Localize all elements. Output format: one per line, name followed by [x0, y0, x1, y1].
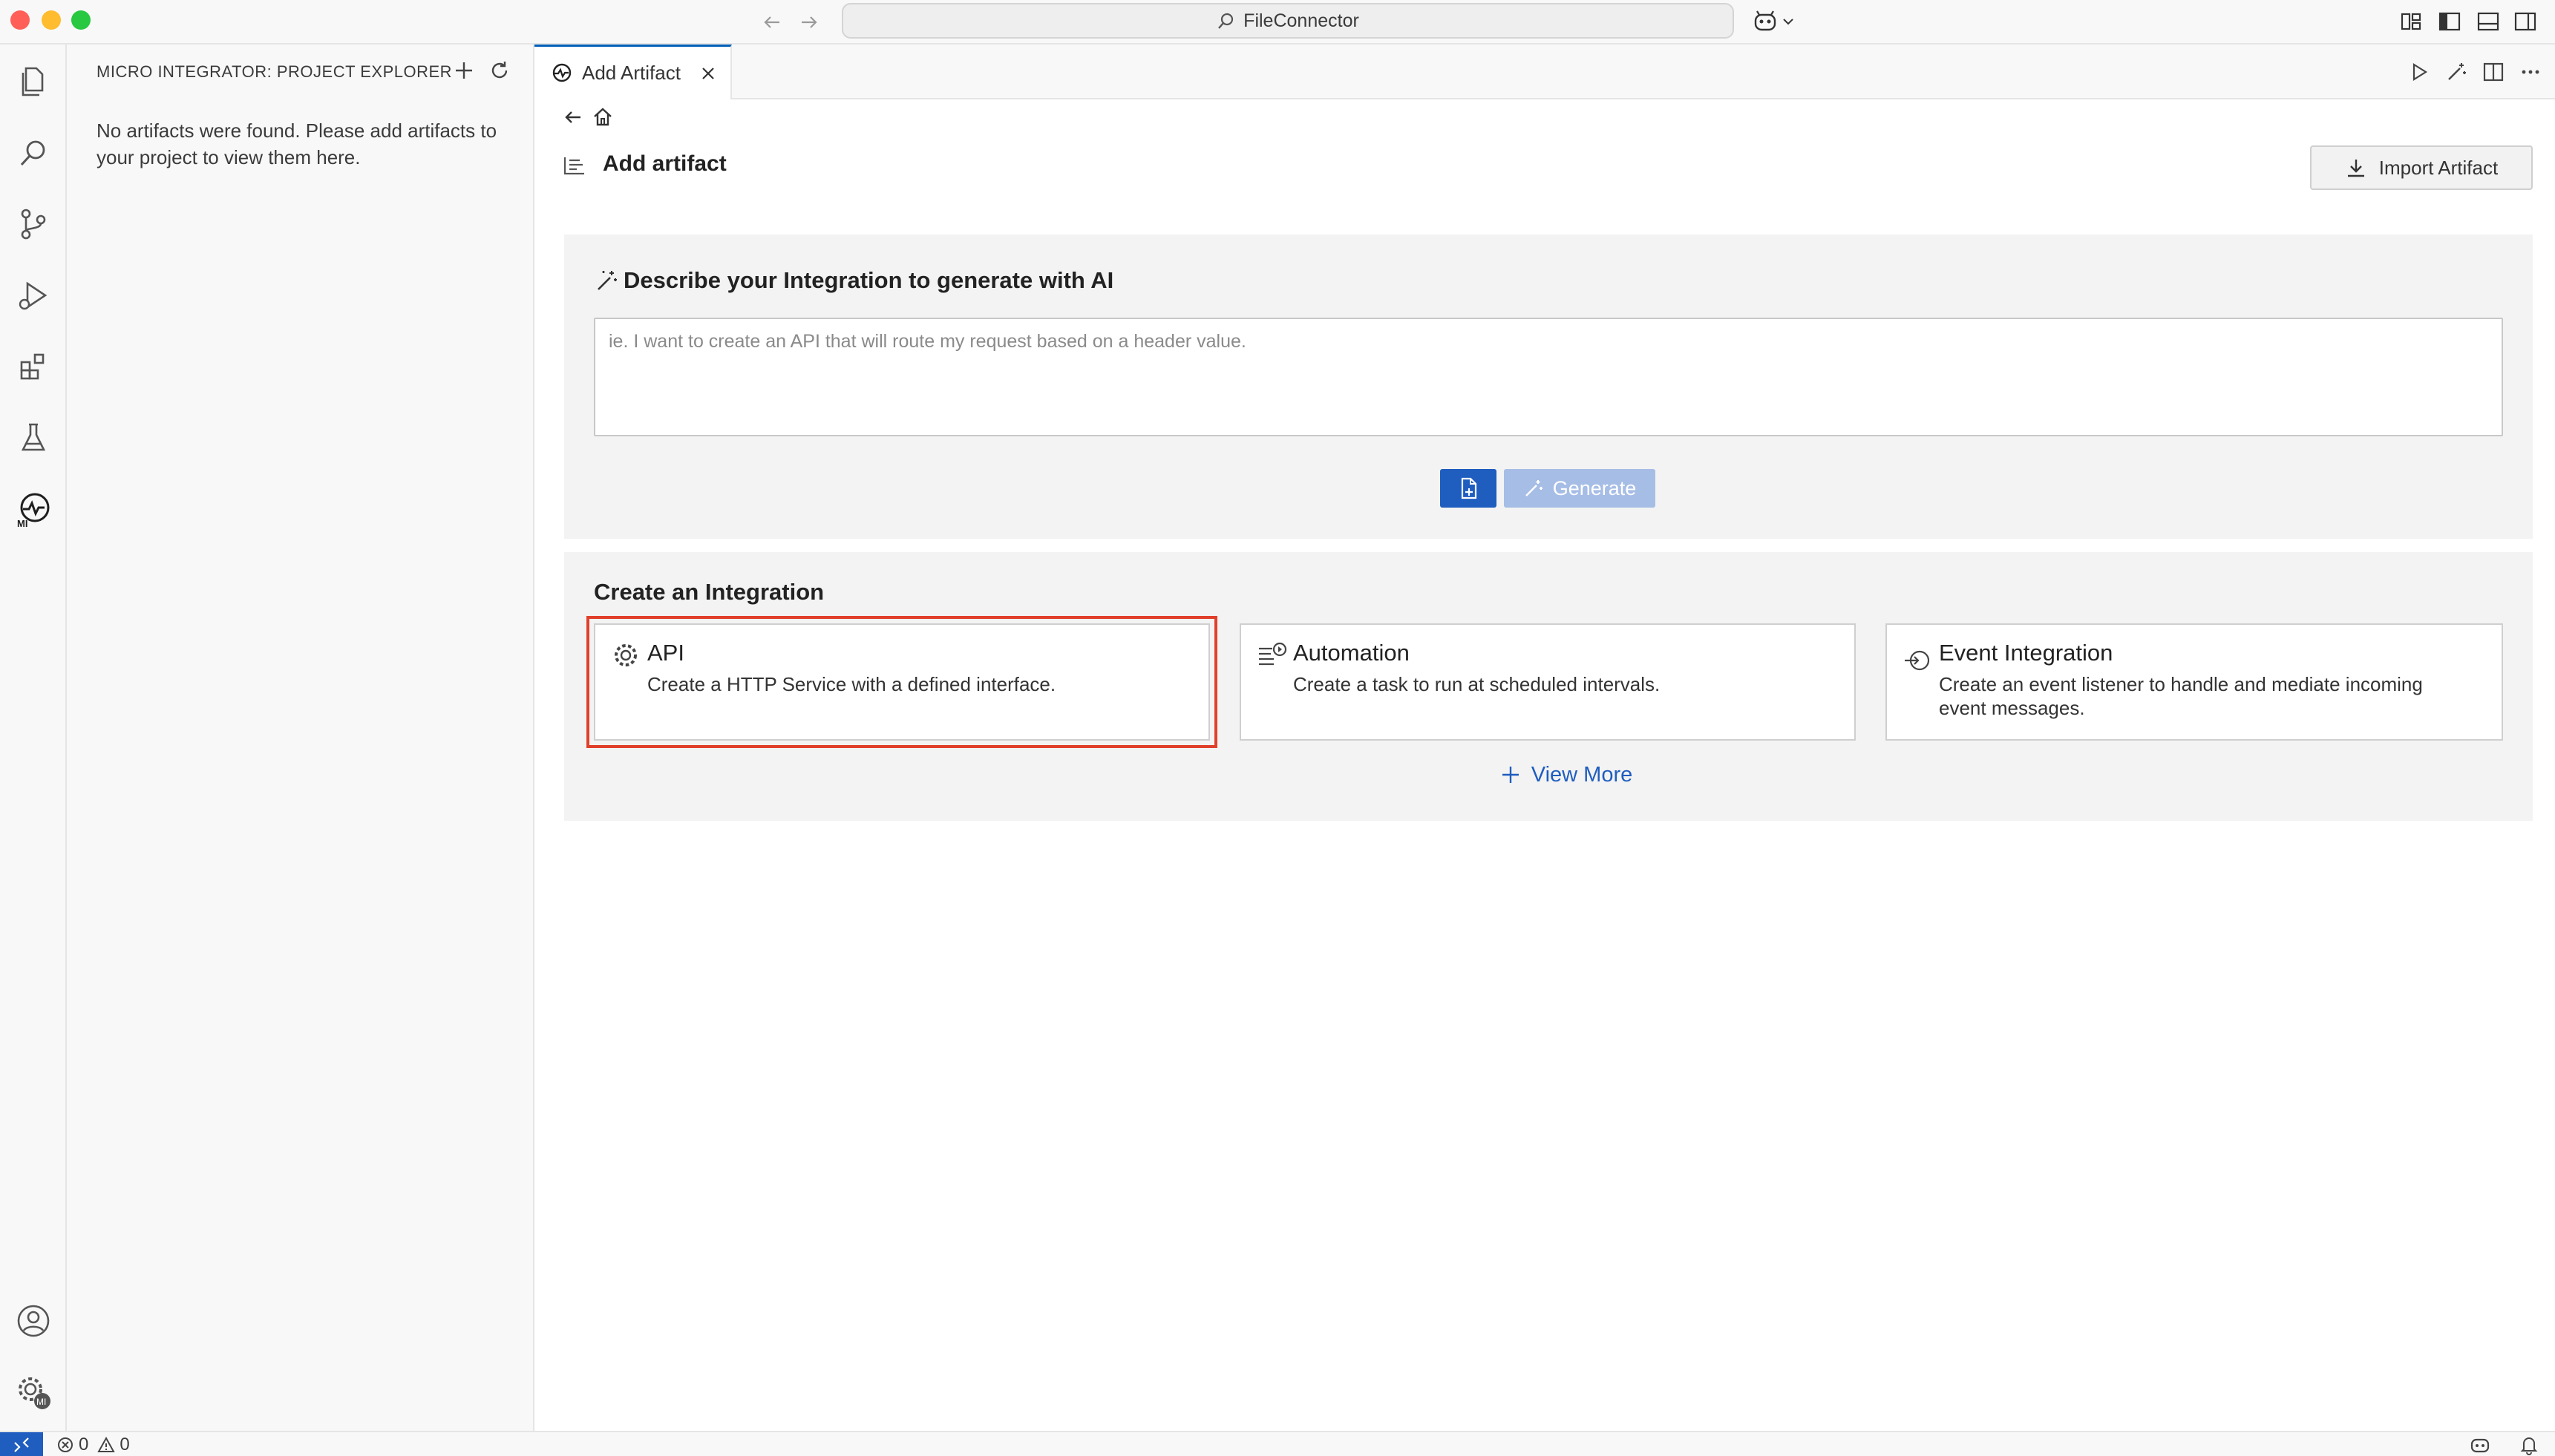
more-actions-icon[interactable] — [2519, 61, 2542, 83]
api-card-description: Create a HTTP Service with a defined int… — [647, 673, 1056, 695]
automation-card[interactable]: Automation Create a task to run at sched… — [1240, 623, 1856, 741]
magic-wand-icon[interactable] — [2445, 61, 2467, 83]
gear-icon — [612, 641, 640, 669]
maximize-window-button[interactable] — [71, 10, 91, 30]
view-more-link[interactable]: View More — [1418, 758, 1715, 791]
copilot-icon — [1752, 9, 1779, 34]
testing-icon[interactable] — [11, 416, 56, 460]
notifications-bell-icon[interactable] — [2518, 1434, 2540, 1456]
generate-button[interactable]: Generate — [1504, 469, 1655, 508]
integration-description-input[interactable] — [594, 318, 2503, 436]
api-card-title: API — [647, 640, 684, 666]
toggle-primary-sidebar-icon[interactable] — [2438, 10, 2461, 33]
error-count: 0 — [79, 1434, 89, 1455]
split-editor-icon[interactable] — [2482, 61, 2505, 83]
empty-artifacts-message: No artifacts were found. Please add arti… — [96, 119, 497, 168]
problems-indicator[interactable]: 0 0 — [56, 1434, 130, 1456]
tab-label: Add Artifact — [582, 62, 681, 84]
artifact-list-icon — [563, 154, 586, 177]
svg-text:MI: MI — [36, 1397, 46, 1407]
event-integration-card-title: Event Integration — [1939, 640, 2113, 666]
extensions-icon[interactable] — [11, 344, 56, 389]
toggle-secondary-sidebar-icon[interactable] — [2513, 10, 2537, 33]
api-card[interactable]: API Create a HTTP Service with a defined… — [586, 616, 1217, 748]
manage-gear-icon[interactable]: MI — [11, 1370, 56, 1414]
warning-icon — [97, 1436, 116, 1454]
sidebar-title: MICRO INTEGRATOR: PROJECT EXPLORER — [96, 62, 453, 81]
remote-indicator-button[interactable] — [0, 1432, 43, 1456]
event-integration-card-description: Create an event listener to handle and m… — [1939, 673, 2423, 719]
automation-card-description: Create a task to run at scheduled interv… — [1293, 673, 1661, 695]
ai-generate-panel: Describe your Integration to generate wi… — [564, 235, 2533, 539]
file-add-icon — [1456, 476, 1480, 500]
source-control-icon[interactable] — [11, 202, 56, 246]
event-integration-card[interactable]: Event Integration Create an event listen… — [1885, 623, 2503, 741]
home-icon[interactable] — [591, 105, 615, 129]
svg-text:MI: MI — [17, 518, 27, 528]
activity-bar: MI MI — [0, 45, 67, 1431]
minimize-window-button[interactable] — [42, 10, 61, 30]
plus-icon — [1500, 764, 1521, 785]
status-bar: 0 0 — [0, 1431, 2555, 1456]
tab-add-artifact[interactable]: Add Artifact — [534, 45, 732, 99]
create-integration-panel: Create an Integration API Create a HTTP … — [564, 552, 2533, 821]
search-icon — [1217, 11, 1236, 30]
back-arrow-icon[interactable] — [561, 105, 585, 129]
nav-back-icon[interactable] — [760, 10, 784, 34]
editor-area: Add artifact Import Artifact Describe yo… — [534, 99, 2555, 1431]
remote-icon — [12, 1435, 31, 1455]
view-more-label: View More — [1531, 762, 1633, 787]
run-debug-icon[interactable] — [11, 273, 56, 318]
error-icon — [56, 1436, 74, 1454]
copilot-menu-button[interactable] — [1752, 9, 1795, 34]
ai-panel-title: Describe your Integration to generate wi… — [594, 267, 1113, 294]
chevron-down-icon — [1782, 15, 1795, 28]
add-artifact-icon[interactable] — [453, 59, 475, 82]
event-icon — [1903, 646, 1933, 675]
project-explorer-sidebar: MICRO INTEGRATOR: PROJECT EXPLORER No ar… — [67, 45, 534, 1431]
refresh-icon[interactable] — [488, 59, 511, 82]
warning-count: 0 — [120, 1434, 130, 1455]
create-integration-title: Create an Integration — [594, 579, 825, 605]
micro-integrator-tab-icon — [549, 62, 573, 85]
copilot-status-icon[interactable] — [2469, 1434, 2491, 1456]
magic-wand-icon — [594, 268, 619, 293]
automation-card-title: Automation — [1293, 640, 1410, 666]
run-icon[interactable] — [2408, 61, 2430, 83]
command-center-search[interactable]: FileConnector — [842, 3, 1734, 39]
editor-tab-bar: Add Artifact — [534, 45, 2555, 99]
close-window-button[interactable] — [10, 10, 30, 30]
generate-label: Generate — [1552, 476, 1637, 499]
close-tab-icon[interactable] — [700, 65, 716, 82]
search-label: FileConnector — [1243, 10, 1359, 31]
customize-layout-icon[interactable] — [2399, 10, 2423, 33]
search-view-icon[interactable] — [11, 131, 56, 175]
import-artifact-label: Import Artifact — [2378, 156, 2499, 179]
micro-integrator-icon[interactable]: MI — [11, 487, 56, 531]
ai-panel-title-text: Describe your Integration to generate wi… — [624, 267, 1114, 293]
download-icon — [2345, 157, 2367, 179]
title-bar: FileConnector — [0, 0, 2555, 45]
page-title: Add artifact — [603, 151, 727, 176]
magic-wand-icon — [1523, 478, 1544, 499]
attach-file-button[interactable] — [1440, 469, 1496, 508]
nav-forward-icon[interactable] — [797, 10, 821, 34]
account-icon[interactable] — [11, 1299, 56, 1343]
explorer-icon[interactable] — [11, 59, 56, 104]
toggle-panel-icon[interactable] — [2476, 10, 2500, 33]
import-artifact-button[interactable]: Import Artifact — [2310, 145, 2533, 190]
task-schedule-icon — [1257, 641, 1287, 669]
